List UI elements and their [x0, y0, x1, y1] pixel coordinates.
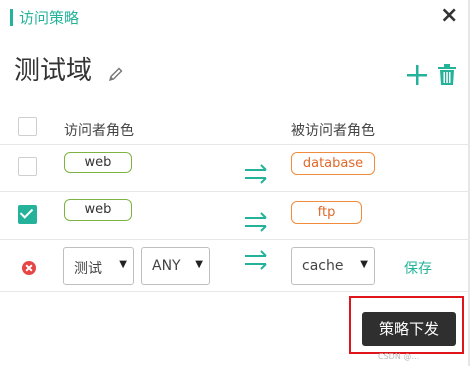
select-all-checkbox[interactable]: [18, 117, 37, 136]
save-button[interactable]: 保存: [404, 258, 432, 278]
any-select-value: ANY: [152, 258, 181, 274]
row-divider: [0, 191, 470, 192]
header-accent-bar: [10, 9, 13, 26]
watermark: CSDN @…: [378, 352, 420, 361]
source-role-column-header: 访问者角色: [64, 123, 134, 139]
row-divider: [0, 144, 470, 145]
access-policy-dialog: 访问策略 × 测试域 访问者角色 被访问者角色 web database web: [0, 0, 470, 366]
trash-icon[interactable]: [437, 64, 457, 86]
any-select[interactable]: ANY ▼: [141, 247, 210, 285]
chevron-down-icon: ▼: [195, 259, 203, 270]
row-checkbox[interactable]: [18, 205, 37, 224]
domain-title: 测试域: [14, 56, 93, 86]
domain-select[interactable]: 测试 ▼: [63, 247, 134, 285]
target-role-select-value: cache: [302, 258, 344, 274]
footer-divider: [0, 291, 470, 292]
deploy-policy-button[interactable]: 策略下发: [362, 312, 456, 346]
dialog-title: 访问策略: [19, 9, 80, 27]
edit-pencil-icon[interactable]: [108, 66, 124, 82]
chevron-down-icon: ▼: [360, 259, 368, 270]
swap-arrows-icon: [245, 164, 267, 184]
chevron-down-icon: ▼: [119, 259, 127, 270]
close-icon[interactable]: ×: [440, 3, 458, 28]
delete-circle-icon[interactable]: [22, 261, 36, 275]
target-role-select[interactable]: cache ▼: [291, 247, 375, 285]
domain-select-value: 测试: [74, 261, 102, 277]
target-role-column-header: 被访问者角色: [291, 123, 375, 139]
target-role-tag: database: [291, 152, 375, 175]
plus-icon[interactable]: [405, 60, 429, 90]
row-checkbox[interactable]: [18, 157, 37, 176]
row-divider: [0, 239, 470, 240]
dialog-header: 访问策略 ×: [0, 0, 470, 36]
target-role-tag: ftp: [291, 201, 362, 224]
source-role-tag: web: [64, 152, 132, 173]
swap-arrows-icon: [245, 250, 267, 270]
source-role-tag: web: [64, 199, 132, 221]
swap-arrows-icon: [245, 212, 267, 232]
